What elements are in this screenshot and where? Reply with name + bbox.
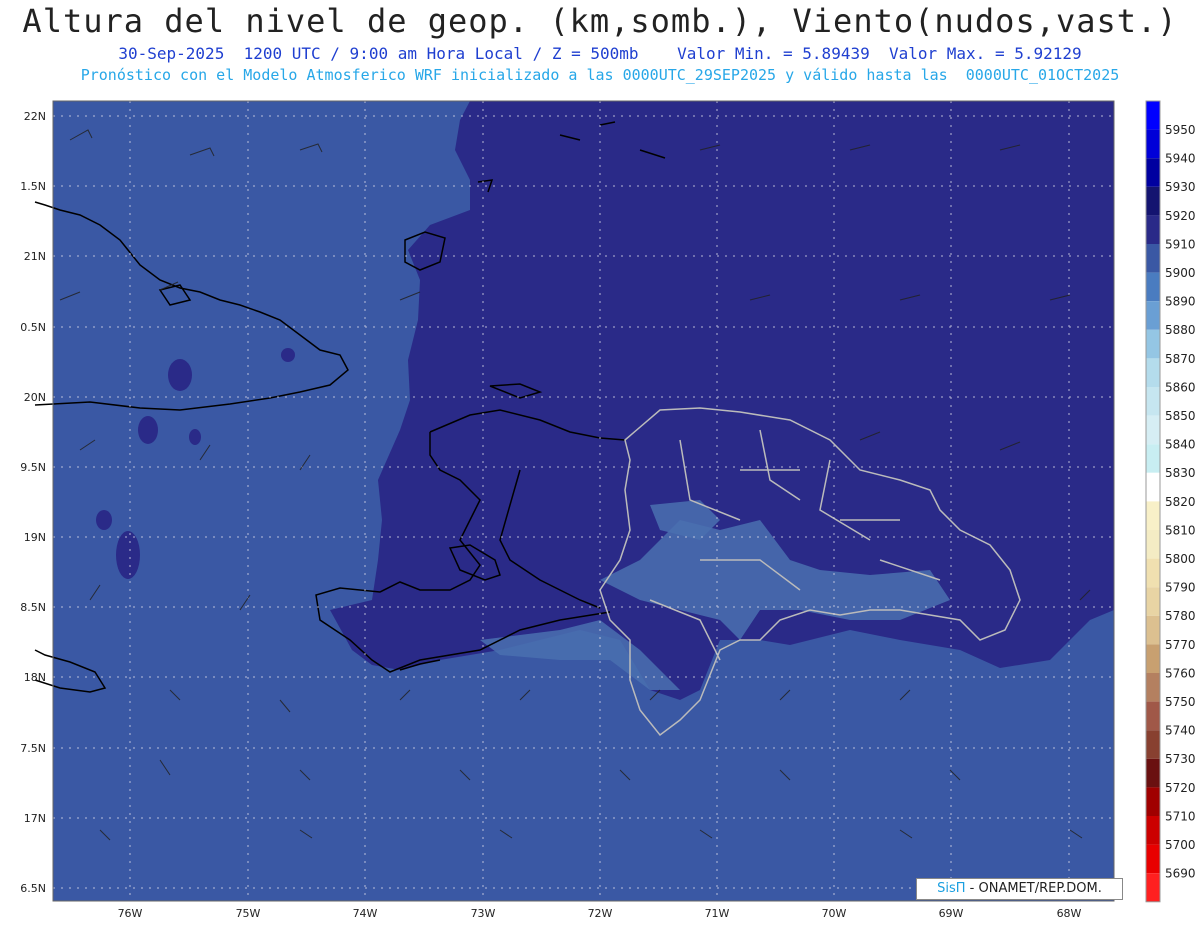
colorbar-swatch: [1146, 644, 1160, 673]
geopotential-field-high: [168, 359, 192, 391]
colorbar-swatch: [1146, 415, 1160, 445]
credit-box: SisΠ - ONAMET/REP.DOM.: [916, 878, 1123, 900]
lat-label: 1.5N: [20, 180, 46, 193]
lat-label: 18N: [24, 671, 46, 684]
colorbar-swatch: [1146, 329, 1160, 359]
colorbar-label: 5940: [1165, 152, 1196, 166]
lat-label: 0.5N: [20, 321, 46, 334]
colorbar-swatch: [1146, 587, 1160, 616]
colorbar-swatch: [1146, 873, 1160, 902]
colorbar-swatch: [1146, 186, 1160, 216]
colorbar-swatch: [1146, 701, 1160, 731]
colorbar-label: 5820: [1165, 495, 1196, 509]
colorbar-label: 5740: [1165, 724, 1196, 738]
colorbar-swatch: [1146, 244, 1160, 273]
colorbar-swatch: [1146, 472, 1160, 502]
colorbar-label: 5690: [1165, 867, 1196, 881]
colorbar-swatch: [1146, 272, 1160, 302]
lat-label: 20N: [24, 391, 46, 404]
lon-label: 73W: [471, 907, 496, 920]
lat-axis: 22N 1.5N 21N 0.5N 20N 9.5N 19N 8.5N 18N …: [20, 110, 46, 895]
lat-label: 19N: [24, 531, 46, 544]
colorbar-label: 5790: [1165, 581, 1196, 595]
lon-label: 76W: [118, 907, 143, 920]
credit-brand: SisΠ: [937, 881, 966, 896]
lon-label: 70W: [822, 907, 847, 920]
geopotential-field-high: [281, 348, 295, 362]
geopotential-field-high: [116, 531, 140, 579]
colorbar-swatch: [1146, 501, 1160, 530]
colorbar-label: 5750: [1165, 695, 1196, 709]
colorbar-swatch: [1146, 387, 1160, 416]
geopotential-field-high: [189, 429, 201, 445]
geopotential-field-high: [138, 416, 158, 444]
credit-text: - ONAMET/REP.DOM.: [965, 881, 1102, 896]
lat-label: 6.5N: [20, 882, 46, 895]
lon-axis: 76W 75W 74W 73W 72W 71W 70W 69W 68W: [118, 907, 1082, 920]
colorbar-swatch: [1146, 301, 1160, 330]
lon-label: 74W: [353, 907, 378, 920]
colorbar-swatch: [1146, 816, 1160, 845]
colorbar-swatch: [1146, 673, 1160, 702]
geopotential-field-high: [96, 510, 112, 530]
colorbar-label: 5840: [1165, 438, 1196, 452]
colorbar-label: 5710: [1165, 809, 1196, 823]
colorbar-label: 5900: [1165, 266, 1196, 280]
colorbar-swatch: [1146, 215, 1160, 244]
colorbar-swatch: [1146, 758, 1160, 788]
lon-label: 72W: [588, 907, 613, 920]
colorbar-label: 5860: [1165, 380, 1196, 394]
lat-label: 9.5N: [20, 461, 46, 474]
colorbar-swatch: [1146, 615, 1160, 645]
colorbar-swatch: [1146, 358, 1160, 387]
colorbar-label: 5780: [1165, 609, 1196, 623]
lat-label: 21N: [24, 250, 46, 263]
colorbar-label: 5850: [1165, 409, 1196, 423]
lon-label: 75W: [236, 907, 261, 920]
colorbar-swatch: [1146, 101, 1160, 130]
colorbar-label: 5760: [1165, 666, 1196, 680]
lat-label: 8.5N: [20, 601, 46, 614]
colorbar-label: 5920: [1165, 209, 1196, 223]
colorbar-label: 5700: [1165, 838, 1196, 852]
colorbar-swatch: [1146, 530, 1160, 559]
colorbar-label: 5810: [1165, 523, 1196, 537]
colorbar-swatch: [1146, 730, 1160, 759]
colorbar-label: 5870: [1165, 352, 1196, 366]
colorbar-label: 5720: [1165, 781, 1196, 795]
lat-label: 22N: [24, 110, 46, 123]
colorbar-label: 5830: [1165, 466, 1196, 480]
colorbar-label: 5800: [1165, 552, 1196, 566]
colorbar-swatch: [1146, 787, 1160, 816]
colorbar-swatch: [1146, 158, 1160, 187]
colorbar-swatch: [1146, 844, 1160, 874]
colorbar-label: 5930: [1165, 180, 1196, 194]
lat-label: 17N: [24, 812, 46, 825]
colorbar-label: 5770: [1165, 638, 1196, 652]
colorbar-label: 5730: [1165, 752, 1196, 766]
colorbar-label: 5910: [1165, 237, 1196, 251]
colorbar-label: 5880: [1165, 323, 1196, 337]
lon-label: 69W: [939, 907, 964, 920]
map-canvas: 22N 1.5N 21N 0.5N 20N 9.5N 19N 8.5N 18N …: [20, 100, 1196, 920]
lat-label: 7.5N: [20, 742, 46, 755]
lon-label: 71W: [705, 907, 730, 920]
colorbar-swatch: [1146, 129, 1160, 159]
colorbar-swatch: [1146, 444, 1160, 473]
colorbar-swatch: [1146, 558, 1160, 588]
colorbar-legend: 5950 5940 5930 5920 5910 5900 5890 5880 5870 5860…: [1145, 100, 1196, 903]
colorbar-label: 5950: [1165, 123, 1196, 137]
lon-label: 68W: [1057, 907, 1082, 920]
colorbar-label: 5890: [1165, 295, 1196, 309]
